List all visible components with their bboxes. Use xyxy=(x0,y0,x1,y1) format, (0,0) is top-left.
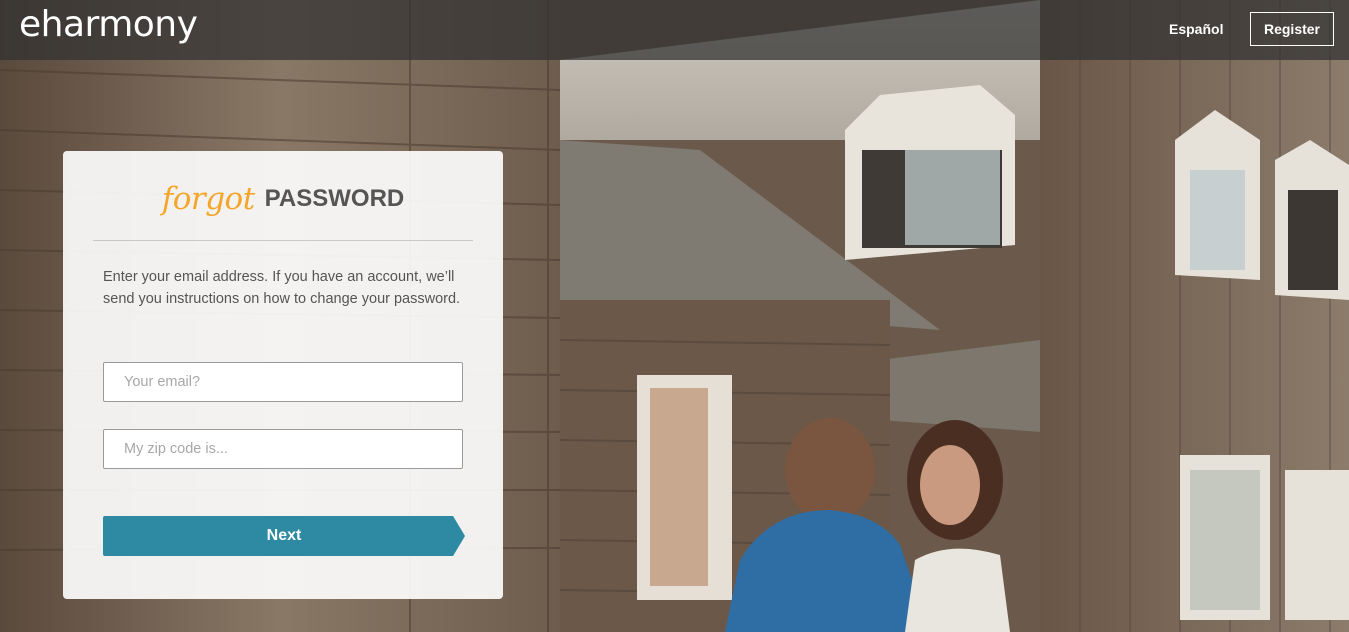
zip-code-input[interactable] xyxy=(103,429,463,469)
next-button[interactable]: Next xyxy=(103,516,465,556)
top-nav-bar: eharmony Español Register xyxy=(0,0,1349,60)
title-divider xyxy=(93,240,473,241)
forgot-password-card: forgot PASSWORD Enter your email address.… xyxy=(63,151,503,599)
register-button[interactable]: Register xyxy=(1250,12,1334,46)
card-title: forgot PASSWORD xyxy=(63,181,503,217)
instructions-text: Enter your email address. If you have an… xyxy=(103,269,461,307)
title-script-word: forgot xyxy=(161,181,255,217)
eharmony-logo[interactable]: eharmony xyxy=(19,4,198,45)
language-toggle-link[interactable]: Español xyxy=(1169,21,1223,37)
email-input[interactable] xyxy=(103,362,463,402)
page: eharmony Español Register forgot PASSWORD… xyxy=(0,0,1349,632)
title-main-word: PASSWORD xyxy=(264,185,405,212)
